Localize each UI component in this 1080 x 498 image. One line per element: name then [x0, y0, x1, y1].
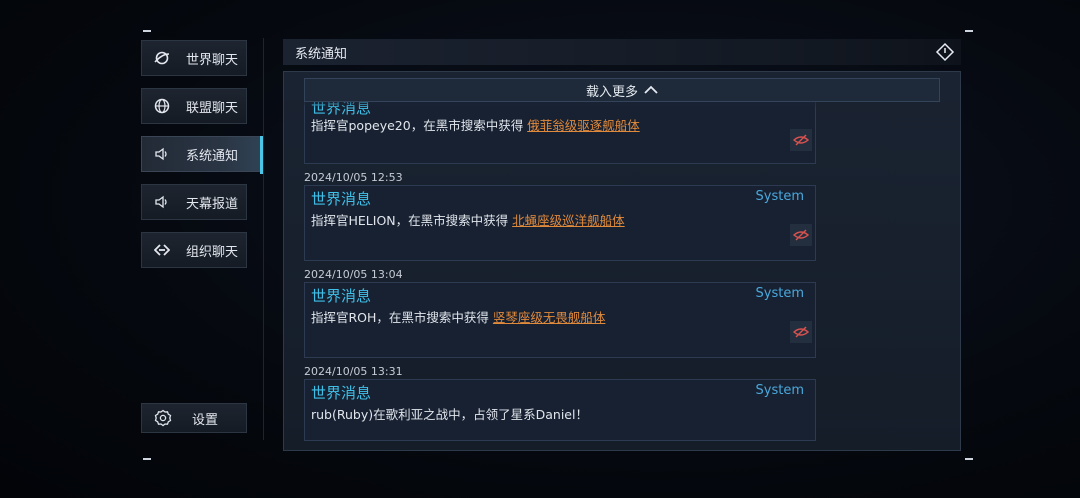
message-card: 世界消息 System 指挥官ROH，在黑市搜索中获得 竖琴座级无畏舰船体: [304, 282, 816, 358]
sidebar-item-world-chat[interactable]: 世界聊天: [141, 40, 247, 76]
corner-mark: [143, 30, 151, 32]
message-timestamp: 2024/10/05 13:04: [304, 268, 403, 281]
sidebar-item-sky-report[interactable]: 天幕报道: [141, 184, 247, 220]
power-icon[interactable]: [935, 42, 955, 62]
page-header: 系统通知: [283, 39, 961, 65]
message-panel[interactable]: 载入更多 世界消息 指挥官popeye20，在黑市搜索中获得 俄菲翁级驱逐舰船体…: [283, 71, 961, 451]
sidebar-item-label: 世界聊天: [186, 52, 239, 68]
message-title: 世界消息: [311, 384, 372, 402]
message-body: rub(Ruby)在歌利亚之战中，占领了星系Daniel！: [311, 407, 588, 422]
hide-icon[interactable]: [790, 224, 812, 246]
message-title: 世界消息: [311, 190, 372, 208]
globe-ring-icon: [153, 49, 171, 67]
speaker-icon: [153, 145, 171, 163]
globe-icon: [153, 97, 171, 115]
diamond-link-icon: [153, 241, 171, 259]
message-body: 指挥官ROH，在黑市搜索中获得 竖琴座级无畏舰船体: [311, 310, 606, 325]
sidebar-item-label: 组织聊天: [186, 244, 239, 260]
sidebar-item-system-notice[interactable]: 系统通知: [141, 136, 263, 174]
message-card: 世界消息 System 指挥官HELION，在黑市搜索中获得 北蝇座级巡洋舰船体: [304, 185, 816, 261]
sidebar-item-org-chat[interactable]: 组织聊天: [141, 232, 247, 268]
chevron-up-icon: [644, 85, 658, 94]
item-link[interactable]: 北蝇座级巡洋舰船体: [512, 213, 625, 228]
settings-label: 设置: [192, 412, 219, 428]
message-timestamp: 2024/10/05 12:53: [304, 171, 403, 184]
message-body: 指挥官HELION，在黑市搜索中获得 北蝇座级巡洋舰船体: [311, 213, 625, 228]
message-card: 世界消息 System rub(Ruby)在歌利亚之战中，占领了星系Daniel…: [304, 379, 816, 441]
hide-icon[interactable]: [790, 129, 812, 151]
corner-mark: [965, 458, 973, 460]
message-source: System: [755, 286, 804, 301]
page-title: 系统通知: [295, 46, 348, 62]
message-title: 世界消息: [311, 287, 372, 305]
item-link[interactable]: 俄菲翁级驱逐舰船体: [527, 118, 640, 133]
corner-mark: [143, 458, 151, 460]
message-body: 指挥官popeye20，在黑市搜索中获得 俄菲翁级驱逐舰船体: [311, 118, 640, 133]
load-more-button[interactable]: 载入更多: [304, 78, 940, 102]
message-source: System: [755, 189, 804, 204]
message-list: 世界消息 指挥官popeye20，在黑市搜索中获得 俄菲翁级驱逐舰船体 2024…: [284, 72, 960, 450]
sidebar-item-label: 系统通知: [186, 148, 239, 164]
sidebar-item-label: 联盟聊天: [186, 100, 239, 116]
hide-icon[interactable]: [790, 321, 812, 343]
sidebar-item-label: 天幕报道: [186, 196, 239, 212]
message-source: System: [755, 383, 804, 398]
speaker-icon: [153, 193, 171, 211]
corner-mark: [965, 30, 973, 32]
gear-icon: [154, 409, 172, 427]
message-timestamp: 2024/10/05 13:31: [304, 365, 403, 378]
load-more-label: 载入更多: [585, 84, 638, 100]
item-link[interactable]: 竖琴座级无畏舰船体: [493, 310, 606, 325]
divider: [263, 38, 264, 440]
settings-button[interactable]: 设置: [141, 403, 247, 433]
sidebar-item-alliance-chat[interactable]: 联盟聊天: [141, 88, 247, 124]
